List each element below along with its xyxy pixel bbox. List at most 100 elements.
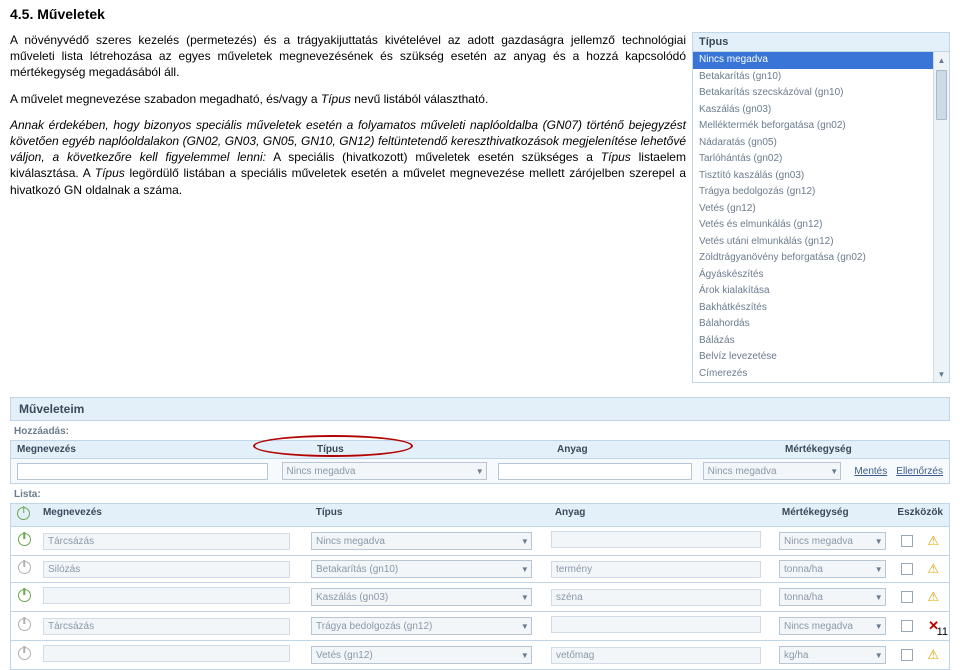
- tipus-option[interactable]: Nádaratás (gn05): [693, 135, 949, 152]
- text: A művelet megnevezése szabadon megadható…: [10, 92, 321, 106]
- tipus-option[interactable]: Címerezés: [693, 366, 949, 383]
- tipus-option[interactable]: Vetés (gn12): [693, 201, 949, 218]
- scroll-thumb[interactable]: [936, 70, 947, 120]
- tipus-panel: Típus Nincs megadvaBetakarítás (gn10)Bet…: [692, 32, 950, 383]
- row-tipus-select[interactable]: Betakarítás (gn10)▼: [311, 560, 532, 578]
- chevron-down-icon: ▼: [875, 651, 883, 660]
- tipus-option[interactable]: Nincs megadva: [693, 52, 949, 69]
- paragraph-2: A művelet megnevezése szabadon megadható…: [10, 91, 686, 107]
- col-tipus-label: Típus: [317, 444, 344, 455]
- power-icon[interactable]: [18, 589, 31, 602]
- chevron-down-icon: ▼: [875, 565, 883, 574]
- col-megnevezes: Megnevezés: [11, 441, 311, 458]
- col-tipus: Típus: [310, 504, 549, 526]
- table-row: Vetés (gn12)▼ vetőmag kg/ha▼ ⚠: [10, 641, 950, 670]
- tipus-option[interactable]: Zöldtrágyanövény beforgatása (gn02): [693, 250, 949, 267]
- checkbox[interactable]: [901, 535, 913, 547]
- checkbox[interactable]: [901, 649, 913, 661]
- row-mertekegyseg-select[interactable]: tonna/ha▼: [779, 588, 886, 606]
- check-button[interactable]: Ellenőrzés: [896, 466, 943, 477]
- add-tipus-select[interactable]: Nincs megadva ▼: [282, 462, 487, 480]
- tipus-option[interactable]: Vetés és elmunkálás (gn12): [693, 217, 949, 234]
- col-tipus: Típus: [311, 441, 551, 458]
- row-megnevezes[interactable]: [43, 587, 290, 604]
- checkbox[interactable]: [901, 620, 913, 632]
- tipus-panel-header: Típus: [692, 32, 950, 52]
- tipus-option[interactable]: Trágya bedolgozás (gn12): [693, 184, 949, 201]
- add-anyag-input[interactable]: [498, 463, 693, 480]
- tipus-option[interactable]: Vetés utáni elmunkálás (gn12): [693, 234, 949, 251]
- row-mertekegyseg-select[interactable]: Nincs megadva▼: [779, 532, 886, 550]
- warning-icon[interactable]: ⚠: [927, 561, 939, 577]
- chevron-down-icon: ▼: [875, 622, 883, 631]
- row-mertekegyseg-select[interactable]: Nincs megadva▼: [779, 617, 886, 635]
- checkbox[interactable]: [901, 563, 913, 575]
- tipus-option[interactable]: Bálahordás: [693, 316, 949, 333]
- chevron-down-icon: ▼: [830, 467, 838, 476]
- power-icon[interactable]: [18, 647, 31, 660]
- power-icon[interactable]: [18, 561, 31, 574]
- emph-tipus: Típus: [321, 92, 351, 106]
- row-mertekegyseg-select[interactable]: kg/ha▼: [779, 646, 886, 664]
- row-anyag[interactable]: termény: [551, 561, 761, 578]
- tipus-option[interactable]: Belvíz levezetése: [693, 349, 949, 366]
- tipus-option[interactable]: Tarlóhántás (gn02): [693, 151, 949, 168]
- save-button[interactable]: Mentés: [854, 466, 887, 477]
- emph-tipus: Típus: [601, 150, 631, 164]
- checkbox[interactable]: [901, 591, 913, 603]
- paragraph-1: A növényvédő szeres kezelés (permetezés)…: [10, 32, 686, 81]
- tipus-list[interactable]: Nincs megadvaBetakarítás (gn10)Betakarít…: [693, 52, 949, 382]
- col-eszkozok: Eszközök: [891, 504, 949, 526]
- row-tipus-select[interactable]: Vetés (gn12)▼: [311, 646, 532, 664]
- row-anyag[interactable]: [551, 531, 761, 548]
- add-megnevezes-input[interactable]: [17, 463, 268, 480]
- chevron-down-icon: ▼: [875, 537, 883, 546]
- row-mertekegyseg-select[interactable]: tonna/ha▼: [779, 560, 886, 578]
- warning-icon[interactable]: ⚠: [927, 533, 939, 549]
- row-tipus-select[interactable]: Kaszálás (gn03)▼: [311, 588, 532, 606]
- row-megnevezes[interactable]: Silózás: [43, 561, 290, 578]
- power-icon[interactable]: [18, 533, 31, 546]
- tipus-option[interactable]: Tisztító kaszálás (gn03): [693, 168, 949, 185]
- col-mertekegyseg: Mértékegység: [776, 504, 892, 526]
- tipus-option[interactable]: Bakhátkészítés: [693, 300, 949, 317]
- page-number: 11: [937, 626, 948, 638]
- row-tipus-select[interactable]: Trágya bedolgozás (gn12)▼: [311, 617, 532, 635]
- col-mertekegyseg: Mértékegység: [779, 441, 949, 458]
- tipus-option[interactable]: Melléktermék beforgatása (gn02): [693, 118, 949, 135]
- scroll-up-icon[interactable]: ▲: [934, 52, 949, 68]
- row-tipus-select[interactable]: Nincs megadva▼: [311, 532, 532, 550]
- warning-icon[interactable]: ⚠: [927, 647, 939, 663]
- add-header-row: Megnevezés Típus Anyag Mértékegység: [10, 440, 950, 459]
- tipus-option[interactable]: Betakarítás szecskázóval (gn10): [693, 85, 949, 102]
- tipus-option[interactable]: Kaszálás (gn03): [693, 102, 949, 119]
- section-title: 4.5. Műveletek: [10, 6, 950, 22]
- tipus-option[interactable]: Betakarítás (gn10): [693, 69, 949, 86]
- select-value: Nincs megadva: [287, 466, 356, 477]
- chevron-down-icon: ▼: [476, 467, 484, 476]
- scroll-down-icon[interactable]: ▼: [934, 366, 949, 382]
- add-label: Hozzáadás:: [10, 421, 950, 440]
- chevron-down-icon: ▼: [521, 651, 529, 660]
- chevron-down-icon: ▼: [521, 537, 529, 546]
- row-megnevezes[interactable]: Tárcsázás: [43, 533, 290, 550]
- row-anyag[interactable]: [551, 616, 761, 633]
- add-mertekegyseg-select[interactable]: Nincs megadva ▼: [703, 462, 841, 480]
- row-anyag[interactable]: széna: [551, 589, 761, 606]
- row-anyag[interactable]: vetőmag: [551, 647, 761, 664]
- tipus-option[interactable]: Bálázás: [693, 333, 949, 350]
- row-megnevezes[interactable]: [43, 645, 290, 662]
- list-label: Lista:: [10, 484, 950, 503]
- col-anyag: Anyag: [551, 441, 779, 458]
- row-megnevezes[interactable]: Tárcsázás: [43, 618, 290, 635]
- tipus-option[interactable]: Ágyáskészítés: [693, 267, 949, 284]
- scrollbar[interactable]: ▲ ▼: [933, 52, 949, 382]
- chevron-down-icon: ▼: [875, 593, 883, 602]
- tipus-option[interactable]: Árok kialakítása: [693, 283, 949, 300]
- power-icon[interactable]: [18, 618, 31, 631]
- add-row: Nincs megadva ▼ Nincs megadva ▼ Mentés E…: [10, 459, 950, 484]
- warning-icon[interactable]: ⚠: [927, 589, 939, 605]
- tipus-panel-body: Nincs megadvaBetakarítás (gn10)Betakarít…: [692, 52, 950, 383]
- select-value: Nincs megadva: [708, 466, 777, 477]
- power-icon[interactable]: [17, 507, 30, 520]
